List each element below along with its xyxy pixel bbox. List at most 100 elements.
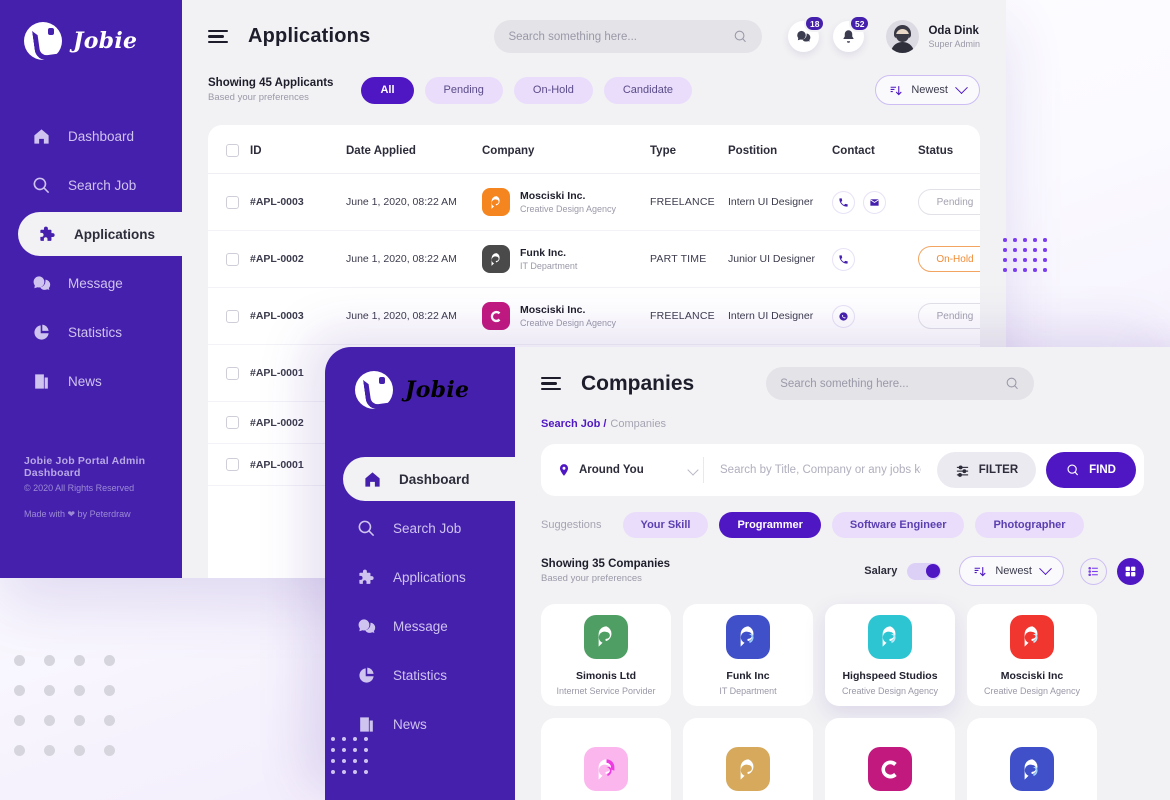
search-input[interactable]: [508, 30, 734, 43]
company-card[interactable]: [683, 718, 813, 800]
sidebar2-item-applications[interactable]: Applications: [325, 555, 515, 599]
column-position: Postition: [728, 125, 832, 174]
pin-icon: [557, 463, 571, 477]
sidebar-nav-2: Dashboard Search Job Applications Messag…: [325, 439, 533, 746]
sort-label-2: Newest: [995, 565, 1032, 577]
cell-position: Intern UI Designer: [728, 287, 832, 345]
sort-icon: [974, 566, 986, 576]
decorative-dot-grid-purple: [1003, 238, 1053, 278]
sidebar-item-statistics[interactable]: Statistics: [0, 310, 182, 354]
messages-button[interactable]: 18: [788, 15, 826, 52]
notifications-button[interactable]: 52: [833, 15, 871, 52]
sidebar-footer-title: Jobie Job Portal Admin Dashboard: [24, 455, 146, 479]
company-card[interactable]: Simonis Ltd Internet Service Porvider: [541, 604, 671, 706]
select-all-checkbox[interactable]: [226, 144, 239, 157]
sidebar-item-label: News: [68, 373, 102, 389]
sidebar-item-label: Statistics: [68, 324, 123, 340]
company-sub: IT Department: [520, 261, 578, 271]
filter-button[interactable]: FILTER: [936, 452, 1037, 488]
company-card[interactable]: Mosciski Inc Creative Design Agency: [967, 604, 1097, 706]
location-dropdown[interactable]: Around You: [557, 463, 703, 477]
search-icon: [30, 174, 52, 196]
user-profile[interactable]: Oda Dink Super Admin: [886, 20, 980, 53]
cell-contact: [832, 304, 918, 328]
pie-chart-icon: [30, 321, 52, 343]
suggestion-your-skill[interactable]: Your Skill: [622, 512, 709, 538]
company-card[interactable]: [541, 718, 671, 800]
whatsapp-icon[interactable]: [832, 304, 855, 328]
home-icon: [30, 125, 52, 147]
company-card[interactable]: [967, 718, 1097, 800]
company-card-name: Highspeed Studios: [842, 669, 938, 682]
applications-subheader: Showing 45 Applicants Based your prefere…: [182, 53, 1006, 105]
phone-icon[interactable]: [832, 190, 855, 214]
sort-dropdown[interactable]: Newest: [875, 75, 980, 105]
sidebar-item-news[interactable]: News: [0, 359, 182, 403]
cell-type: PART TIME: [650, 230, 728, 288]
filter-pill-candidate[interactable]: Candidate: [603, 76, 693, 104]
list-view-button[interactable]: [1080, 557, 1107, 585]
table-row[interactable]: #APL-0003 June 1, 2020, 08:22 AM Moscisk…: [208, 173, 980, 231]
cell-date: June 1, 2020, 08:22 AM: [346, 230, 482, 288]
global-search[interactable]: [494, 20, 763, 53]
menu-toggle-button[interactable]: [208, 29, 228, 44]
sidebar-item-search-job[interactable]: Search Job: [0, 163, 182, 207]
companies-main: Companies Search Job / Companies Around Y…: [515, 347, 1170, 800]
page-title-2: Companies: [581, 371, 695, 395]
puzzle-icon: [355, 566, 377, 588]
grid-view-button[interactable]: [1117, 557, 1144, 585]
breadcrumb-parent[interactable]: Search Job /: [541, 418, 606, 430]
row-checkbox[interactable]: [226, 458, 239, 471]
global-search-2[interactable]: [766, 367, 1035, 400]
filter-pill-pending[interactable]: Pending: [424, 76, 503, 104]
company-logo-icon: [1010, 747, 1054, 791]
sort-icon: [890, 85, 902, 95]
suggestion-photographer[interactable]: Photographer: [975, 512, 1084, 538]
select-all-header: [208, 125, 250, 174]
row-checkbox[interactable]: [226, 252, 239, 266]
company-card[interactable]: [825, 718, 955, 800]
suggestion-software-engineer[interactable]: Software Engineer: [831, 512, 965, 538]
table-row[interactable]: #APL-0003 June 1, 2020, 08:22 AM Moscisk…: [208, 287, 980, 345]
showing-subtitle-2: Based your preferences: [541, 573, 642, 584]
companies-subheader: Showing 35 Companies Based your preferen…: [515, 538, 1170, 586]
find-button[interactable]: FIND: [1046, 452, 1136, 488]
company-card-sub: Internet Service Porvider: [556, 685, 656, 696]
cell-contact: [832, 247, 918, 271]
sidebar-item-message[interactable]: Message: [0, 261, 182, 305]
row-checkbox[interactable]: [226, 309, 239, 323]
sort-dropdown-2[interactable]: Newest: [959, 556, 1064, 586]
sidebar-item-label: Search Job: [68, 177, 137, 193]
job-keyword-input[interactable]: [704, 464, 937, 476]
brand-logo[interactable]: Jobie: [0, 0, 182, 60]
table-row[interactable]: #APL-0002 June 1, 2020, 08:22 AM Funk In…: [208, 230, 980, 288]
breadcrumb-current: Companies: [610, 418, 667, 430]
company-card-selected[interactable]: Highspeed Studios Creative Design Agency: [825, 604, 955, 706]
suggestion-programmer[interactable]: Programmer: [719, 512, 821, 538]
company-card[interactable]: Funk Inc IT Department: [683, 604, 813, 706]
brand-logo-2[interactable]: Jobie: [325, 347, 515, 409]
mail-icon[interactable]: [863, 190, 886, 214]
sidebar2-item-search-job[interactable]: Search Job: [325, 506, 515, 550]
salary-toggle[interactable]: [907, 562, 942, 580]
company-card-name: Mosciski Inc: [1000, 669, 1064, 682]
phone-icon[interactable]: [832, 247, 855, 271]
row-checkbox[interactable]: [226, 366, 239, 380]
menu-toggle-button-2[interactable]: [541, 376, 561, 391]
search-input-2[interactable]: [780, 377, 1006, 390]
sidebar2-item-dashboard[interactable]: Dashboard: [343, 439, 533, 519]
search-icon[interactable]: [733, 29, 748, 44]
filter-label: FILTER: [978, 464, 1019, 476]
filter-pill-all[interactable]: All: [361, 76, 414, 104]
sidebar2-item-label: Dashboard: [399, 471, 470, 487]
sidebar2-item-statistics[interactable]: Statistics: [325, 653, 515, 697]
sidebar-item-dashboard[interactable]: Dashboard: [0, 114, 182, 158]
row-checkbox[interactable]: [226, 416, 239, 429]
status-badge: On-Hold: [918, 246, 980, 272]
sidebar2-item-message[interactable]: Message: [325, 604, 515, 648]
sidebar-item-applications[interactable]: Applications: [18, 194, 200, 274]
row-checkbox[interactable]: [226, 195, 239, 209]
news-icon: [30, 370, 52, 392]
search-icon[interactable]: [1005, 376, 1020, 391]
filter-pill-on-hold[interactable]: On-Hold: [513, 76, 593, 104]
